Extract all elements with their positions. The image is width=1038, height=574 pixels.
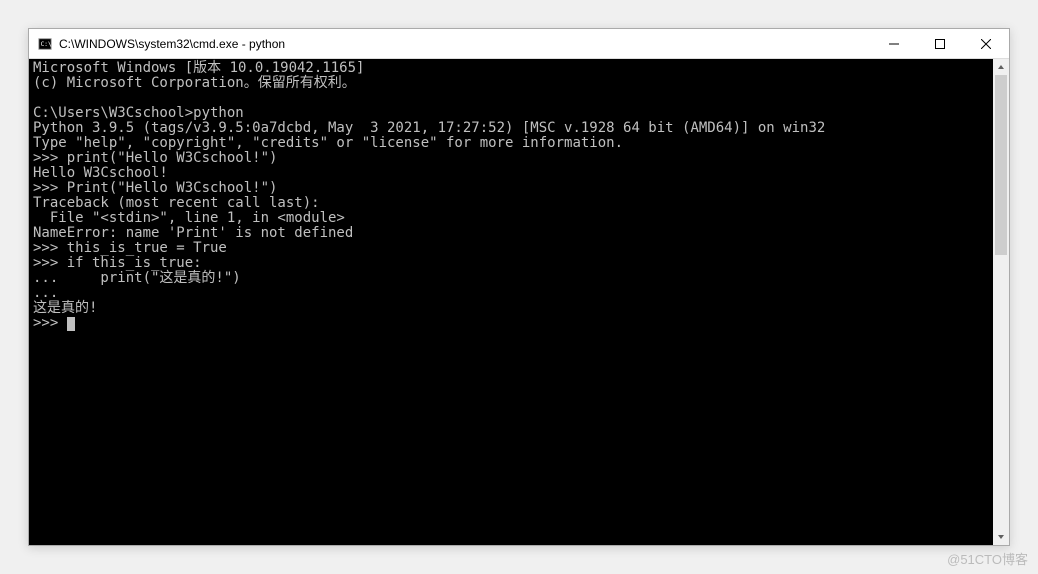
svg-text:C:\: C:\ bbox=[41, 40, 52, 47]
watermark: @51CTO博客 bbox=[947, 549, 1028, 568]
scroll-thumb[interactable] bbox=[995, 75, 1007, 255]
cmd-icon: C:\ bbox=[37, 36, 53, 52]
maximize-button[interactable] bbox=[917, 29, 963, 58]
scroll-track[interactable] bbox=[993, 75, 1009, 529]
scroll-down-button[interactable] bbox=[993, 529, 1009, 545]
scroll-up-button[interactable] bbox=[993, 59, 1009, 75]
window-controls bbox=[871, 29, 1009, 58]
titlebar[interactable]: C:\ C:\WINDOWS\system32\cmd.exe - python bbox=[29, 29, 1009, 59]
terminal-output[interactable]: Microsoft Windows [版本 10.0.19042.1165] (… bbox=[29, 59, 993, 545]
close-button[interactable] bbox=[963, 29, 1009, 58]
minimize-button[interactable] bbox=[871, 29, 917, 58]
cmd-window: C:\ C:\WINDOWS\system32\cmd.exe - python… bbox=[28, 28, 1010, 546]
vertical-scrollbar[interactable] bbox=[993, 59, 1009, 545]
cursor bbox=[67, 317, 75, 331]
terminal-wrapper: Microsoft Windows [版本 10.0.19042.1165] (… bbox=[29, 59, 1009, 545]
window-title: C:\WINDOWS\system32\cmd.exe - python bbox=[59, 37, 871, 51]
